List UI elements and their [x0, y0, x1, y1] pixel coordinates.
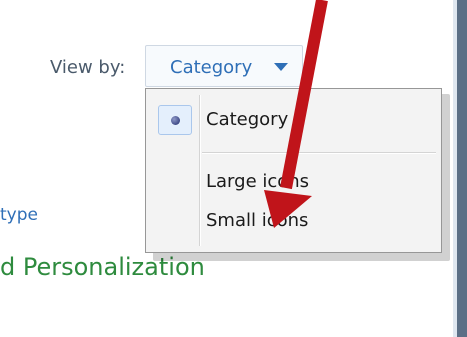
background-link-type[interactable]: type [0, 205, 38, 225]
window-border [457, 0, 467, 337]
view-by-value: Category [170, 57, 253, 78]
selected-indicator [158, 105, 192, 135]
menu-gutter-highlight [200, 95, 201, 246]
menu-item-category[interactable]: Category [206, 109, 436, 130]
view-by-dropdown[interactable]: Category [145, 45, 303, 87]
menu-item-small-icons[interactable]: Small icons [206, 210, 436, 231]
control-panel-view: View by: Category type d Personalization… [0, 0, 467, 337]
radio-bullet-icon [171, 116, 180, 125]
caret-down-icon [274, 63, 288, 71]
view-by-label: View by: [50, 57, 126, 78]
menu-item-large-icons[interactable]: Large icons [206, 171, 436, 192]
menu-separator-highlight [202, 153, 436, 154]
view-by-menu: Category Large icons Small icons [145, 88, 442, 253]
